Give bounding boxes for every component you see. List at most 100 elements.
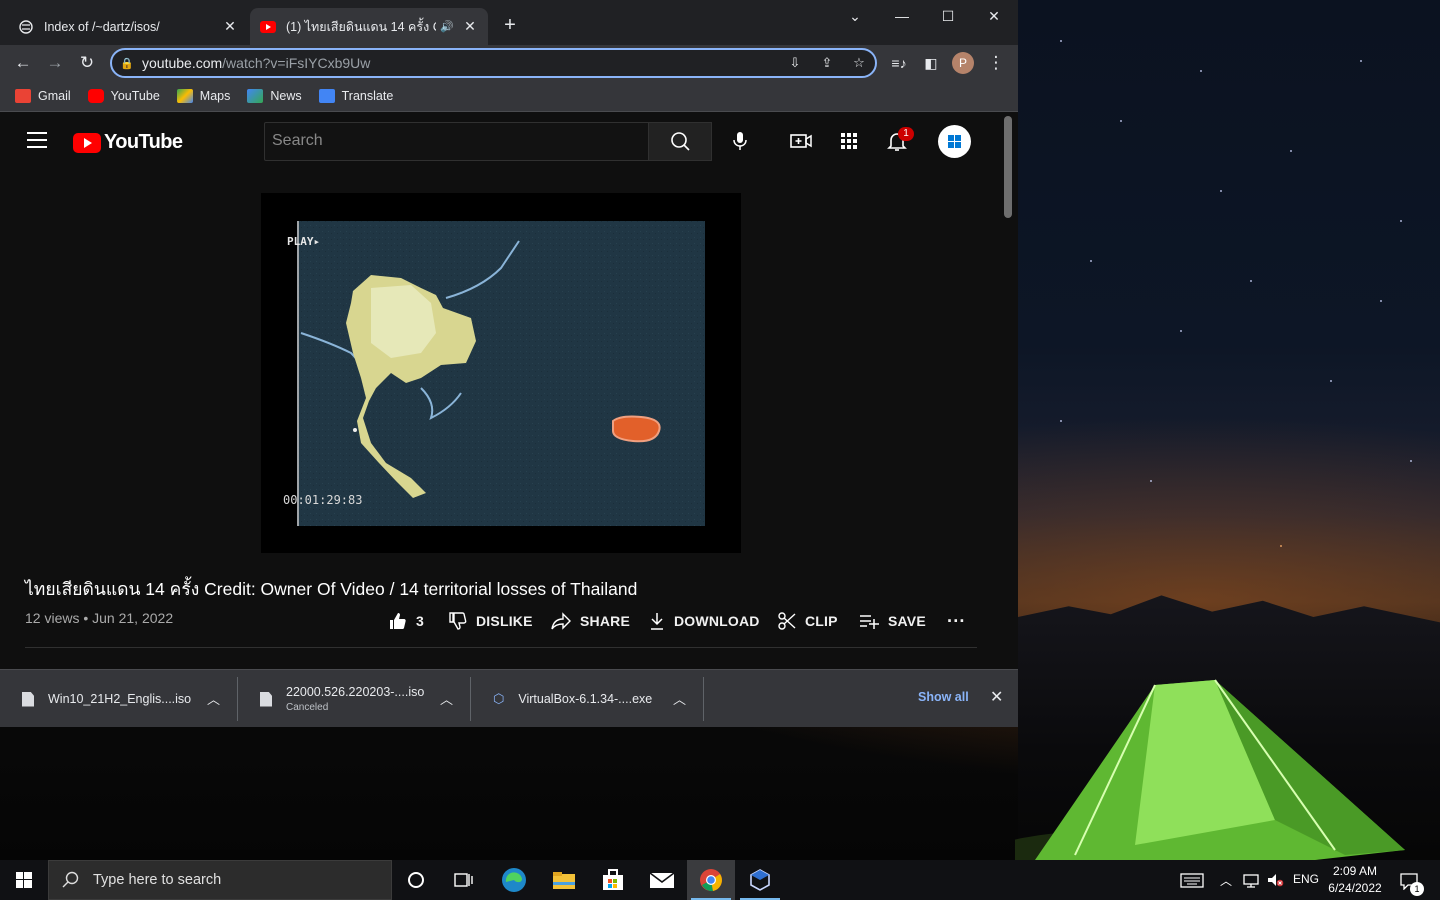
maps-icon (176, 89, 193, 103)
player-overlay-label: PLAY▸ (287, 235, 320, 248)
media-control-icon[interactable]: ≡♪ (888, 52, 910, 74)
taskbar-search-box[interactable]: Type here to search (48, 860, 392, 900)
playlist-add-icon (860, 615, 879, 629)
account-avatar[interactable] (938, 125, 971, 158)
more-actions-icon[interactable]: ··· (947, 609, 966, 633)
page-scrollbar[interactable] (1004, 116, 1012, 218)
close-tab-icon[interactable]: ✕ (462, 18, 478, 35)
bookmark-youtube[interactable]: YouTube (87, 89, 160, 103)
clock-date: 6/24/2022 (1328, 881, 1382, 895)
divider (25, 647, 977, 648)
install-app-icon[interactable]: ⇩ (779, 55, 811, 71)
youtube-search-input[interactable]: Search (264, 122, 649, 161)
video-frame: PLAY▸ 00:01:29:83 (261, 193, 741, 553)
chevron-up-icon[interactable]: ︿ (673, 689, 686, 708)
forward-button[interactable]: → (44, 52, 66, 74)
share-icon[interactable]: ⇪ (811, 55, 843, 71)
create-video-icon[interactable] (788, 129, 814, 153)
tab-index-isos[interactable]: Index of /~dartz/isos/ ✕ (8, 8, 248, 45)
video-title: ไทยเสียดินแดน 14 ครั้ง Credit: Owner Of … (25, 579, 638, 599)
youtube-wordmark: YouTube (104, 131, 183, 153)
file-explorer-icon[interactable] (540, 860, 588, 900)
chevron-up-icon[interactable]: ︿ (440, 689, 453, 708)
youtube-logo[interactable]: YouTube (73, 131, 183, 154)
speaker-icon[interactable]: 🔊 (440, 20, 454, 33)
windows-logo-icon (948, 135, 961, 148)
clip-button[interactable]: CLIP (777, 609, 838, 633)
bookmark-maps[interactable]: Maps (176, 89, 230, 103)
file-icon (22, 691, 34, 707)
microsoft-store-icon[interactable] (589, 860, 637, 900)
file-icon (260, 691, 272, 707)
dislike-label: DISLIKE (476, 613, 533, 629)
clock-time: 2:09 AM (1332, 864, 1378, 878)
start-button[interactable] (0, 860, 48, 900)
youtube-search-button[interactable] (648, 122, 712, 161)
share-arrow-icon (551, 612, 571, 630)
cortana-icon[interactable] (392, 860, 440, 900)
volume-muted-icon[interactable] (1266, 872, 1284, 891)
chevron-up-icon[interactable]: ︿ (1220, 872, 1232, 889)
tab-youtube-video[interactable]: (1) ไทยเสียดินแดน 14 ครั้ง Credi 🔊 ✕ (250, 8, 488, 45)
apps-grid-icon[interactable] (836, 129, 862, 153)
save-button[interactable]: SAVE (858, 609, 926, 633)
chrome-taskbar-icon[interactable] (687, 860, 735, 900)
touch-keyboard-icon[interactable] (1180, 872, 1204, 891)
address-bar[interactable]: 🔒 youtube.com/watch?v=iFsIYCxb9Uw ⇩ ⇪ ☆ (110, 48, 877, 78)
reload-button[interactable]: ↻ (76, 52, 98, 74)
download-status: Canceled (286, 702, 329, 713)
maximize-button[interactable]: ☐ (933, 8, 963, 28)
side-panel-icon[interactable]: ◧ (920, 52, 942, 74)
back-button[interactable]: ← (12, 52, 34, 74)
download-button[interactable]: DOWNLOAD (648, 609, 760, 633)
task-view-icon[interactable] (440, 860, 488, 900)
tab-title: (1) ไทยเสียดินแดน 14 ครั้ง Credi (286, 19, 436, 34)
tab-title: Index of /~dartz/isos/ (44, 19, 160, 34)
network-icon[interactable] (1242, 872, 1260, 891)
bookmark-star-icon[interactable]: ☆ (843, 55, 875, 71)
edge-icon[interactable] (490, 860, 538, 900)
new-tab-button[interactable]: + (500, 15, 520, 35)
browser-toolbar: ← → ↻ 🔒 youtube.com/watch?v=iFsIYCxb9Uw … (0, 45, 1018, 81)
url-text[interactable]: youtube.com/watch?v=iFsIYCxb9Uw (142, 55, 779, 71)
close-window-button[interactable]: ✕ (979, 8, 1009, 28)
bookmark-label: News (270, 89, 302, 103)
mail-icon[interactable] (638, 860, 686, 900)
close-icon[interactable]: ✕ (990, 687, 1003, 707)
show-all-downloads-link[interactable]: Show all (918, 690, 969, 704)
download-item[interactable]: ⬡ VirtualBox-6.1.34-....exe ︿ (471, 677, 704, 721)
download-shelf: Win10_21H2_Englis....iso ︿ 22000.526.220… (0, 669, 1018, 727)
taskbar-clock[interactable]: 2:09 AM 6/24/2022 (1322, 863, 1388, 897)
bookmark-translate[interactable]: Translate (318, 89, 393, 103)
menu-icon[interactable] (27, 132, 47, 148)
share-button[interactable]: SHARE (550, 609, 630, 633)
chrome-window: Index of /~dartz/isos/ ✕ (1) ไทยเสียดินแ… (0, 0, 1018, 727)
chevron-up-icon[interactable]: ︿ (207, 689, 220, 708)
download-item[interactable]: 22000.526.220203-....iso Canceled ︿ (238, 677, 471, 721)
minimize-button[interactable]: — (887, 8, 917, 28)
video-meta: 12 views • Jun 21, 2022 (25, 610, 174, 626)
download-icon (651, 613, 663, 630)
bookmark-news[interactable]: News (247, 89, 302, 103)
clip-label: CLIP (805, 613, 838, 629)
chrome-menu-icon[interactable]: ⋮ (985, 52, 1007, 74)
tab-strip: Index of /~dartz/isos/ ✕ (1) ไทยเสียดินแ… (0, 0, 1018, 45)
like-button[interactable]: 3 (388, 609, 424, 633)
download-filename: VirtualBox-6.1.34-....exe (518, 692, 653, 706)
video-player[interactable]: PLAY▸ 00:01:29:83 (261, 193, 741, 553)
dislike-button[interactable]: DISLIKE (448, 609, 533, 633)
virtualbox-icon: ⬡ (493, 691, 505, 706)
page-favicon-icon (18, 19, 34, 35)
microphone-icon[interactable] (727, 129, 753, 153)
download-item[interactable]: Win10_21H2_Englis....iso ︿ (0, 677, 238, 721)
bookmark-label: Gmail (38, 89, 71, 103)
bookmark-gmail[interactable]: Gmail (15, 89, 71, 103)
close-tab-icon[interactable]: ✕ (222, 18, 238, 35)
download-filename: Win10_21H2_Englis....iso (48, 692, 192, 706)
virtualbox-taskbar-icon[interactable] (736, 860, 784, 900)
input-language[interactable]: ENG (1293, 872, 1319, 886)
lock-icon[interactable]: 🔒 (112, 57, 142, 70)
tab-search-icon[interactable]: ⌄ (840, 8, 870, 28)
thumbs-down-icon (449, 612, 467, 630)
profile-avatar[interactable]: P (952, 52, 974, 74)
